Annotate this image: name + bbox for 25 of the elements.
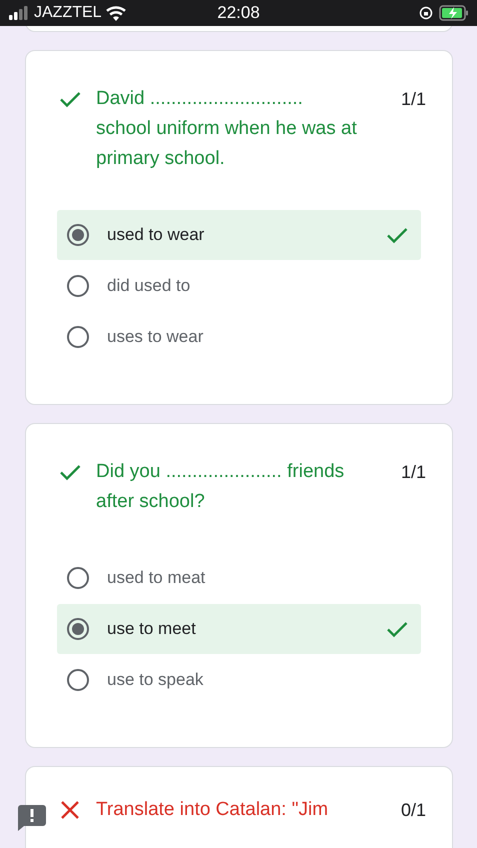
radio-button[interactable] [67, 567, 89, 589]
signal-icon [8, 6, 30, 20]
feedback-icon[interactable] [18, 805, 46, 831]
carrier-name: JAZZTEL [34, 4, 102, 22]
battery-icon [439, 5, 470, 21]
answer-option[interactable]: did used to [57, 261, 421, 311]
answer-option[interactable]: uses to wear [57, 312, 421, 362]
wifi-icon [106, 6, 126, 20]
radio-button[interactable] [67, 618, 89, 640]
score-label: 1/1 [400, 88, 426, 111]
question-text: Did you ...................... friends after school? [95, 460, 346, 514]
question-text: David ............................. school uniform when he was at primary school. [95, 87, 358, 171]
radio-button[interactable] [67, 275, 89, 297]
radio-button[interactable] [67, 224, 89, 246]
radio-button[interactable] [67, 669, 89, 691]
clock-time: 22:08 [217, 3, 260, 23]
radio-button[interactable] [67, 326, 89, 348]
question-text: Translate into Catalan: "Jim [95, 798, 330, 822]
answer-option[interactable]: used to meat [57, 553, 421, 603]
answer-option[interactable]: use to meet [57, 604, 421, 654]
answer-option[interactable]: use to speak [57, 655, 421, 705]
score-label: 0/1 [400, 799, 426, 822]
score-label: 1/1 [400, 461, 426, 484]
answer-option[interactable]: used to wear [57, 210, 421, 260]
rotation-lock-icon [419, 6, 434, 20]
